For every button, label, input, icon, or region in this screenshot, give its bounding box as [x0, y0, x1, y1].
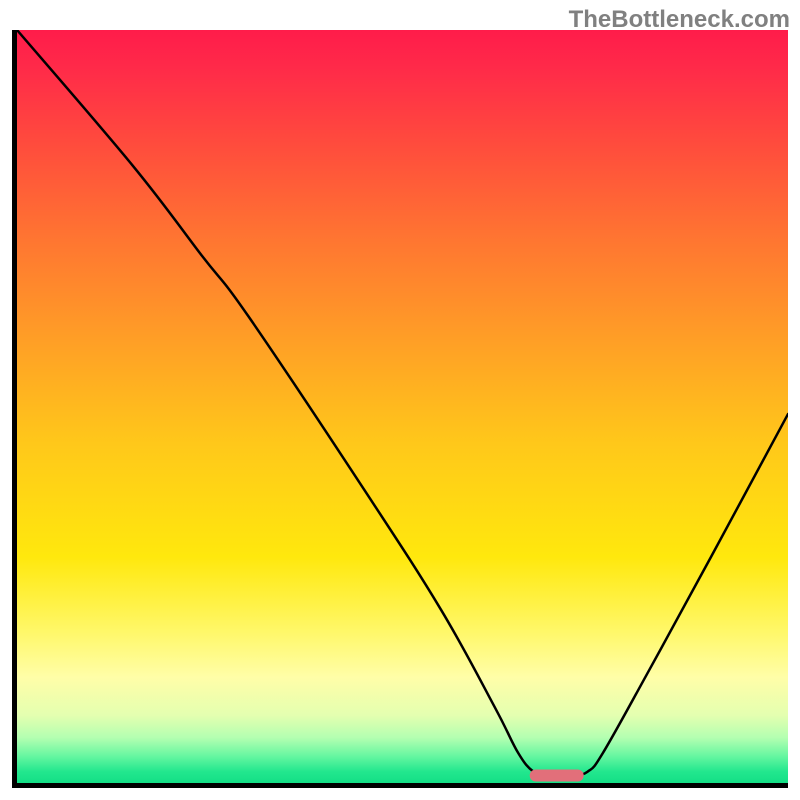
- plot-area: [12, 30, 788, 788]
- gradient-background: [17, 30, 788, 783]
- optimal-range-marker: [530, 769, 584, 781]
- chart-container: TheBottleneck.com: [0, 0, 800, 800]
- chart-svg: [12, 30, 788, 788]
- watermark-text: TheBottleneck.com: [569, 6, 790, 34]
